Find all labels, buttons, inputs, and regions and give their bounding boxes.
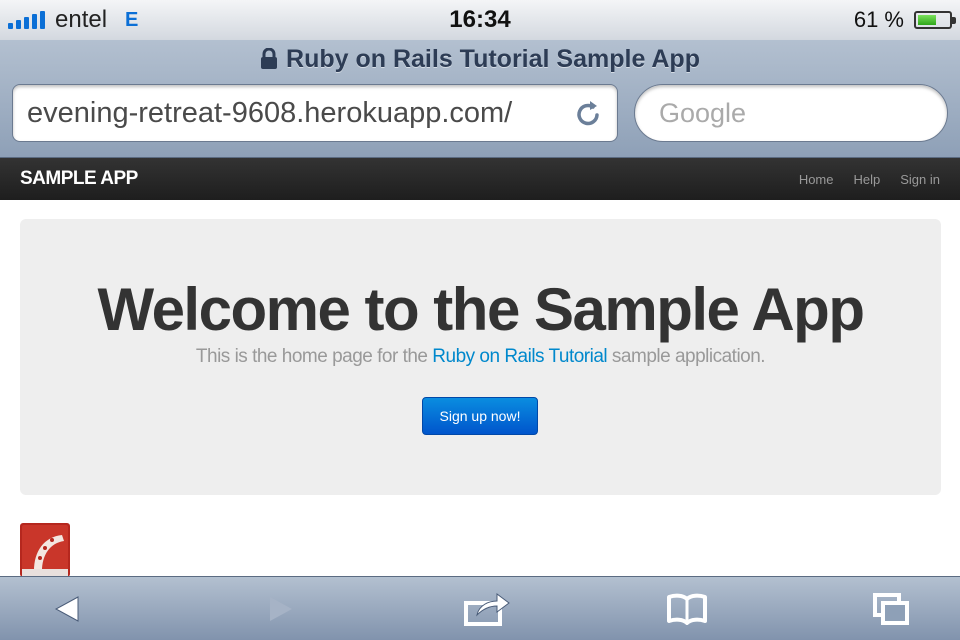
nav-link-sign-in[interactable]: Sign in xyxy=(900,172,940,187)
hero-title: Welcome to the Sample App xyxy=(97,276,865,343)
carrier-name: entel xyxy=(55,6,108,33)
tabs-icon xyxy=(872,592,910,626)
reload-icon[interactable] xyxy=(575,98,603,128)
signal-strength-icon xyxy=(8,11,45,29)
lock-icon xyxy=(260,48,278,70)
back-icon xyxy=(54,595,80,623)
brand-logo[interactable]: SAMPLE APP xyxy=(20,168,138,190)
nav-link-help[interactable]: Help xyxy=(854,172,881,187)
status-right: 61 % xyxy=(652,7,956,33)
forward-icon xyxy=(268,595,294,623)
battery-fill xyxy=(917,15,937,25)
signup-button[interactable]: Sign up now! xyxy=(422,397,538,435)
tabs-button[interactable] xyxy=(866,589,916,629)
back-button[interactable] xyxy=(42,589,92,629)
battery-percent: 61 % xyxy=(853,7,904,32)
rails-tutorial-link[interactable]: Ruby on Rails Tutorial xyxy=(432,346,607,367)
bookmarks-button[interactable] xyxy=(662,589,712,629)
page-title-row: Ruby on Rails Tutorial Sample App xyxy=(0,40,960,78)
battery-icon xyxy=(913,11,956,29)
url-text: evening-retreat-9608.herokuapp.com/ xyxy=(27,96,513,129)
hero-subtitle: This is the home page for the Ruby on Ra… xyxy=(20,346,941,368)
status-bar: entel E 16:34 61 % xyxy=(0,0,960,40)
hero-unit: Welcome to the Sample App This is the ho… xyxy=(20,219,941,495)
share-button[interactable] xyxy=(462,589,512,629)
nav-links: Home Help Sign in xyxy=(799,172,940,187)
network-type: E xyxy=(125,8,139,31)
bookmarks-icon xyxy=(665,593,709,625)
hero-subtitle-after: sample application. xyxy=(607,346,766,367)
search-input[interactable]: Google xyxy=(634,84,948,142)
rails-logo[interactable] xyxy=(20,523,70,577)
url-row: evening-retreat-9608.herokuapp.com/ Goog… xyxy=(12,84,948,142)
browser-chrome: Ruby on Rails Tutorial Sample App evenin… xyxy=(0,40,960,158)
site-navbar: SAMPLE APP Home Help Sign in xyxy=(0,158,960,200)
page-title: Ruby on Rails Tutorial Sample App xyxy=(286,44,700,73)
forward-button[interactable] xyxy=(256,589,306,629)
search-placeholder: Google xyxy=(659,97,747,128)
safari-toolbar xyxy=(0,576,960,640)
address-bar[interactable]: evening-retreat-9608.herokuapp.com/ xyxy=(12,84,618,142)
status-time: 16:34 xyxy=(449,6,511,33)
hero-subtitle-before: This is the home page for the xyxy=(195,346,433,367)
status-left: entel E xyxy=(8,6,308,34)
nav-link-home[interactable]: Home xyxy=(799,172,834,187)
share-icon xyxy=(463,591,511,627)
